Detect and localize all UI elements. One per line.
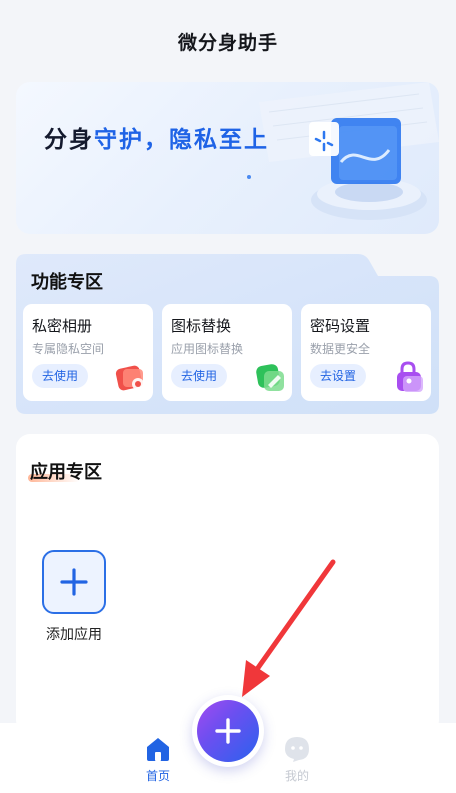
tab-home[interactable]: 首页 — [128, 735, 188, 784]
app-section-title: 应用专区 — [30, 462, 102, 483]
tab-mine-label: 我的 — [284, 769, 309, 783]
feature-password-settings[interactable]: 密码设置 数据更安全 去设置 — [301, 304, 431, 401]
plus-icon — [60, 568, 88, 596]
title-bar: 微分身助手 — [0, 0, 456, 82]
icon-replace-icon — [256, 364, 284, 391]
privacy-banner[interactable]: 分身守护，隐私至上 — [16, 82, 439, 234]
feature-subtitle: 专属隐私空间 — [32, 342, 105, 356]
photo-album-icon — [115, 365, 144, 391]
feature-title: 私密相册 — [32, 317, 93, 335]
icon-replace-use-button[interactable]: 去使用 — [171, 364, 228, 388]
feature-subtitle: 应用图标替换 — [171, 342, 244, 356]
create-clone-fab[interactable] — [192, 695, 264, 767]
profile-icon — [285, 737, 309, 762]
feature-icon-replace[interactable]: 图标替换 应用图标替换 去使用 — [162, 304, 292, 401]
feature-title: 图标替换 — [171, 317, 232, 335]
function-section-title: 功能专区 — [31, 272, 103, 293]
password-settings-button[interactable]: 去设置 — [310, 364, 367, 388]
fab-core — [197, 700, 259, 762]
add-app-label: 添加应用 — [46, 627, 102, 643]
banner-slogan-part-1: 分身 — [44, 127, 94, 153]
home-icon — [147, 738, 169, 761]
banner-slogan: 分身守护，隐私至上 — [44, 120, 269, 154]
feature-private-album[interactable]: 私密相册 专属隐私空间 去使用 — [23, 304, 153, 401]
function-section: 功能专区 私密相册 专属隐私空间 去使用 图标替换 应用图标替换 去使用 密码设… — [16, 254, 439, 414]
tab-home-label: 首页 — [145, 769, 170, 783]
feature-subtitle: 数据更安全 — [310, 342, 371, 356]
lock-icon — [397, 361, 423, 392]
page-title: 微分身助手 — [177, 31, 278, 54]
app-section: 应用专区 添加应用 — [16, 434, 439, 734]
banner-illustration — [247, 82, 439, 220]
add-app-button[interactable] — [42, 550, 106, 614]
plus-icon — [215, 718, 241, 744]
feature-title: 密码设置 — [310, 317, 371, 335]
private-album-use-button[interactable]: 去使用 — [32, 364, 89, 388]
tab-mine[interactable]: 我的 — [267, 735, 327, 784]
